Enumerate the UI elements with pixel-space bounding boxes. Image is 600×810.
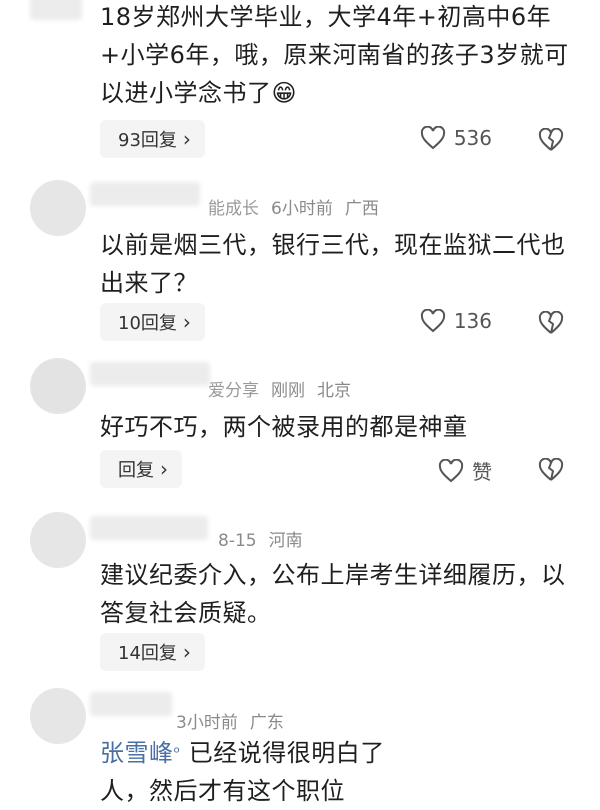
comment-text: 以前是烟三代，银行三代，现在监狱二代也出来了？ bbox=[100, 231, 566, 297]
comment-meta: 3小时前 广东 bbox=[176, 713, 284, 733]
avatar[interactable] bbox=[30, 180, 86, 236]
comment-text: 张雪峰ᵒ 已经说得很明白了 人，然后才有这个职位 bbox=[100, 739, 385, 805]
reply-button[interactable]: 回复 › bbox=[100, 450, 182, 488]
grin-emoji: 😁 bbox=[271, 79, 298, 107]
like-button[interactable]: 536 bbox=[420, 126, 492, 150]
chevron-right-icon: › bbox=[182, 310, 191, 334]
avatar-blurred bbox=[30, 0, 82, 20]
comment-meta: 爱分享 刚刚 北京 bbox=[208, 381, 351, 401]
reply-to-username[interactable]: 张雪峰 bbox=[100, 739, 174, 767]
dislike-button[interactable] bbox=[538, 311, 564, 335]
heart-outline-icon bbox=[420, 309, 445, 333]
dislike-button[interactable] bbox=[538, 458, 564, 482]
comment-text: 建议纪委介入，公布上岸考生详细履历，以答复社会质疑。 bbox=[100, 561, 566, 627]
heart-outline-icon bbox=[438, 458, 464, 482]
heart-outline-icon bbox=[420, 126, 445, 150]
search-person-icon: ᵒ bbox=[173, 743, 181, 762]
chevron-right-icon: › bbox=[160, 457, 168, 481]
reply-button[interactable]: 93回复 › bbox=[100, 120, 205, 158]
broken-heart-icon bbox=[538, 458, 564, 481]
comment-meta: 能成长 6小时前 广西 bbox=[208, 199, 379, 219]
avatar[interactable] bbox=[30, 358, 86, 414]
comment-text: 好巧不巧，两个被录用的都是神童 bbox=[100, 413, 468, 441]
dislike-button[interactable] bbox=[538, 128, 564, 152]
reply-button[interactable]: 14回复 › bbox=[100, 633, 205, 671]
broken-heart-icon bbox=[538, 128, 564, 151]
broken-heart-icon bbox=[538, 311, 564, 334]
chevron-right-icon: › bbox=[182, 127, 191, 151]
comment-text: 18岁郑州大学毕业，大学4年+初高中6年+小学6年，哦，原来河南省的孩子3岁就可… bbox=[100, 3, 569, 107]
comment-meta: 8-15 河南 bbox=[218, 531, 303, 551]
like-button[interactable]: 136 bbox=[420, 309, 492, 333]
avatar[interactable] bbox=[30, 688, 86, 744]
reply-button[interactable]: 10回复 › bbox=[100, 303, 205, 341]
avatar[interactable] bbox=[30, 512, 86, 568]
chevron-right-icon: › bbox=[182, 640, 191, 664]
like-button[interactable]: 赞 bbox=[438, 456, 492, 485]
